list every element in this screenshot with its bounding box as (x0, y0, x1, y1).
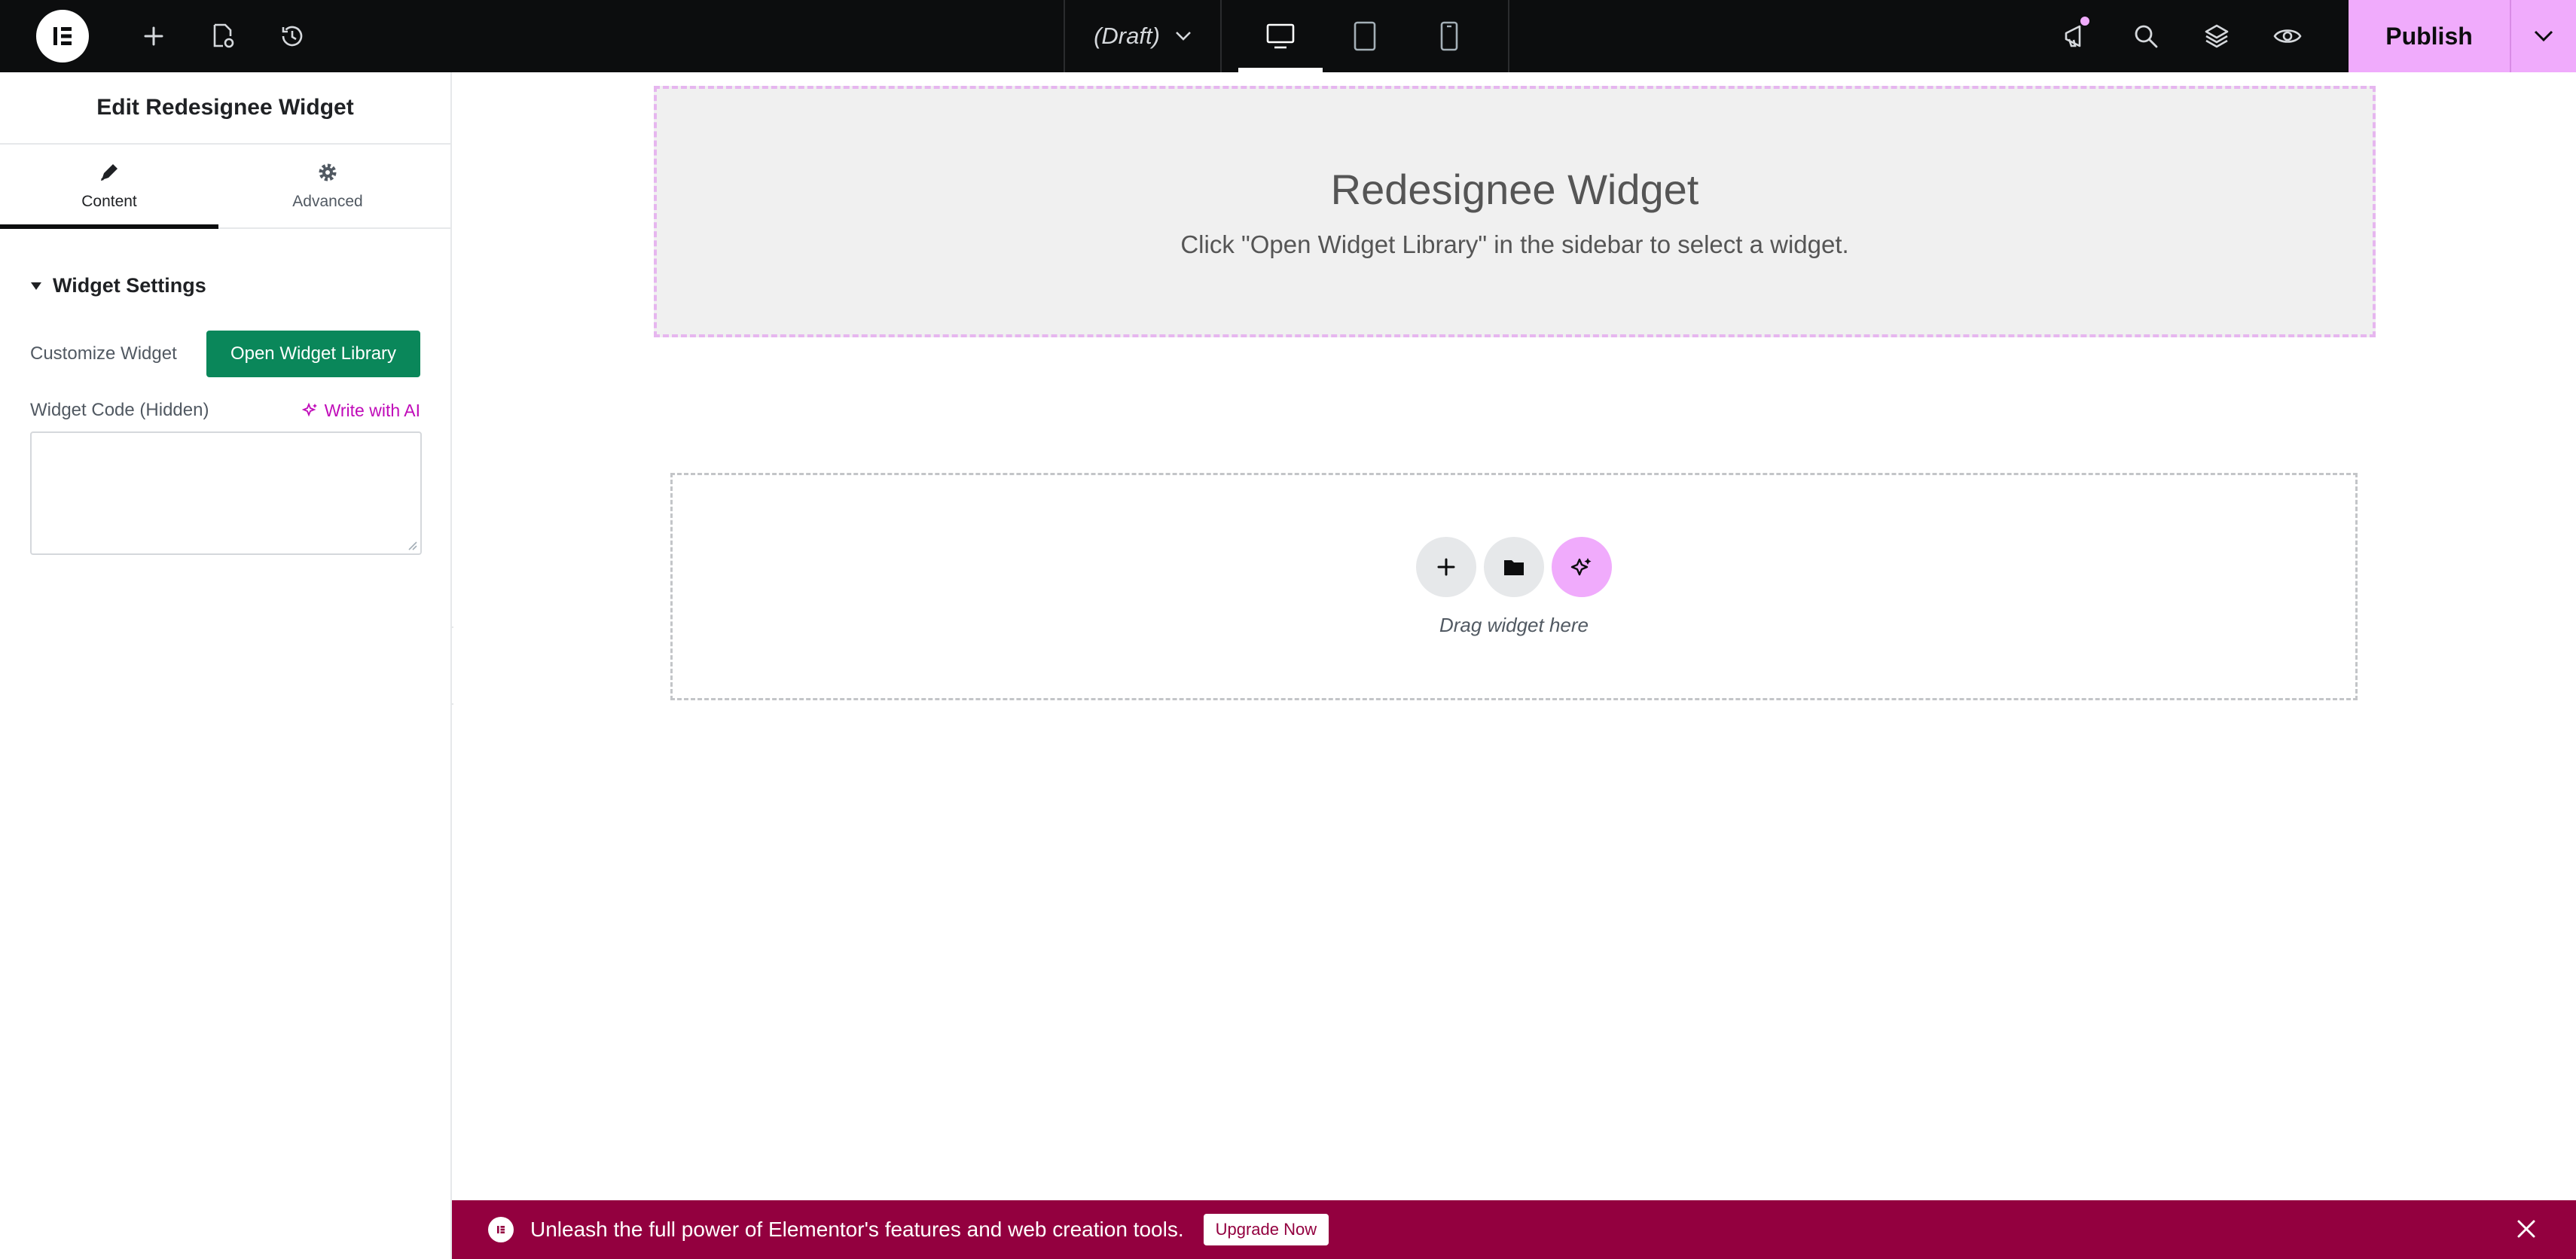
top-bar: (Draft) Publish (0, 0, 2576, 72)
elementor-logo-icon (488, 1217, 514, 1242)
document-settings-icon (213, 23, 234, 48)
open-widget-library-button[interactable]: Open Widget Library (206, 331, 420, 377)
desktop-view-button[interactable] (1238, 0, 1323, 72)
widget-settings-section-toggle[interactable]: Widget Settings (30, 274, 450, 297)
write-with-ai-button[interactable]: Write with AI (301, 400, 420, 421)
add-element-button[interactable] (119, 0, 188, 72)
elementor-logo-icon (53, 27, 72, 45)
plus-icon (144, 26, 163, 46)
section-title: Widget Settings (53, 274, 206, 297)
notification-dot (2079, 15, 2091, 27)
tablet-icon (1354, 21, 1376, 51)
widget-subtitle: Click "Open Widget Library" in the sideb… (1180, 230, 1849, 258)
history-icon (282, 26, 303, 47)
structure-button[interactable] (2181, 0, 2252, 72)
top-bar-center: (Draft) (1064, 0, 1509, 72)
layers-icon (2205, 24, 2229, 48)
top-bar-left (0, 0, 327, 72)
widget-code-label: Widget Code (Hidden) (30, 400, 209, 420)
eye-icon (2273, 29, 2302, 43)
mobile-icon (1440, 21, 1458, 51)
write-with-ai-label: Write with AI (324, 400, 420, 420)
close-icon (2517, 1220, 2535, 1238)
close-promo-button[interactable] (2514, 1217, 2538, 1245)
chevron-down-icon (2534, 30, 2553, 42)
customize-widget-control: Customize Widget Open Widget Library (30, 331, 420, 377)
tab-content-label: Content (81, 193, 137, 210)
device-switcher (1222, 0, 1509, 72)
promo-bar: Unleash the full power of Elementor's fe… (452, 1200, 2576, 1259)
desktop-icon (1266, 23, 1295, 49)
tab-advanced-label: Advanced (292, 193, 363, 210)
panel-title: Edit Redesignee Widget (0, 72, 450, 145)
upgrade-now-button[interactable]: Upgrade Now (1203, 1214, 1329, 1245)
top-bar-right: Publish (2040, 0, 2576, 72)
pencil-icon (101, 164, 118, 181)
whats-new-button[interactable] (2040, 0, 2111, 72)
redesignee-widget-placeholder[interactable]: Redesignee Widget Click "Open Widget Lib… (654, 86, 2376, 337)
drop-zone[interactable]: Drag widget here (670, 473, 2358, 700)
ai-build-button[interactable] (1552, 536, 1612, 597)
document-status-dropdown[interactable]: (Draft) (1064, 0, 1222, 72)
caret-down-icon (31, 282, 41, 290)
panel-tabs: Content Advanced (0, 145, 450, 229)
search-icon (2135, 25, 2158, 48)
widget-code-textarea[interactable] (30, 431, 422, 555)
gear-icon (319, 163, 337, 181)
tablet-view-button[interactable] (1323, 0, 1407, 72)
publish-options-button[interactable] (2511, 0, 2576, 72)
document-status-label: (Draft) (1094, 23, 1160, 49)
widget-title: Redesignee Widget (1330, 165, 1699, 213)
drop-zone-actions (1416, 536, 1612, 597)
add-template-button[interactable] (1484, 536, 1544, 597)
widget-code-control: Widget Code (Hidden) Write with AI (30, 400, 420, 421)
preview-canvas: Redesignee Widget Click "Open Widget Lib… (453, 72, 2576, 1200)
folder-icon (1504, 559, 1524, 575)
resize-grip-icon[interactable] (407, 540, 417, 550)
tab-advanced[interactable]: Advanced (218, 145, 437, 227)
preview-button[interactable] (2252, 0, 2323, 72)
editor-panel: Edit Redesignee Widget Content Advanced … (0, 72, 452, 1259)
add-section-button[interactable] (1416, 536, 1476, 597)
elementor-logo-button[interactable] (36, 10, 89, 62)
promo-text: Unleash the full power of Elementor's fe… (530, 1218, 1184, 1241)
page-settings-button[interactable] (188, 0, 258, 72)
tab-content[interactable]: Content (0, 145, 218, 229)
history-button[interactable] (258, 0, 327, 72)
plus-icon (1437, 558, 1455, 575)
ai-sparkle-icon (301, 402, 317, 417)
ai-sparkle-icon (1570, 557, 1592, 575)
chevron-down-icon (1175, 32, 1191, 41)
search-button[interactable] (2111, 0, 2181, 72)
mobile-view-button[interactable] (1407, 0, 1491, 72)
publish-button[interactable]: Publish (2349, 0, 2511, 72)
customize-widget-label: Customize Widget (30, 343, 177, 364)
drop-zone-text: Drag widget here (1439, 613, 1589, 636)
